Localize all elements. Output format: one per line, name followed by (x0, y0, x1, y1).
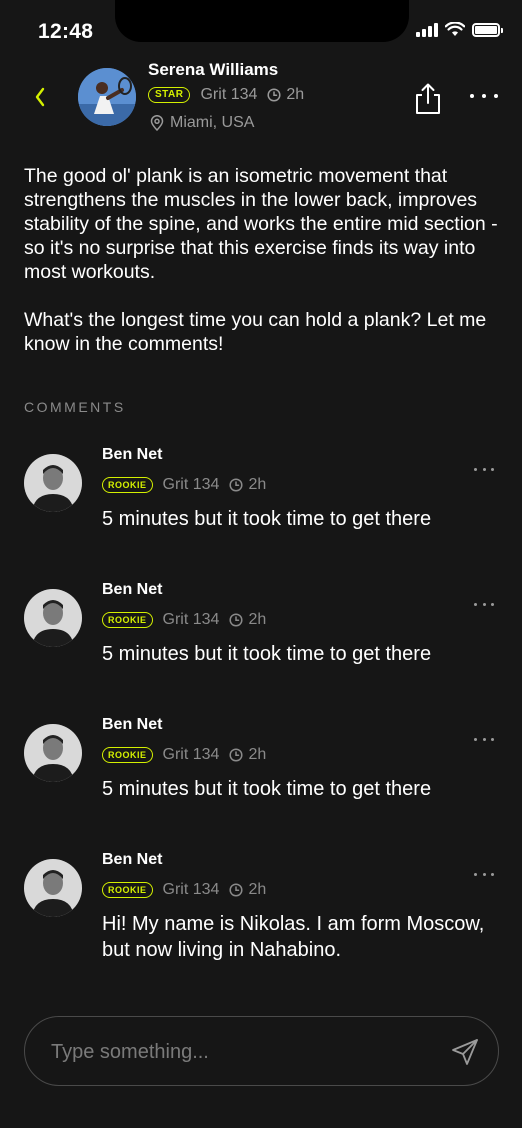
star-badge: STAR (148, 87, 191, 103)
comment-age-value: 2h (248, 881, 267, 898)
notch (115, 0, 409, 42)
commenter-avatar[interactable] (24, 589, 82, 647)
send-button[interactable] (450, 1037, 480, 1067)
comment-more-button[interactable] (474, 736, 494, 742)
rookie-badge: ROOKIE (102, 882, 153, 898)
chevron-left-icon (35, 87, 45, 107)
wifi-icon (445, 22, 465, 36)
commenter-avatar[interactable] (24, 859, 82, 917)
comment-age: 2h (229, 476, 266, 494)
commenter-avatar[interactable] (24, 724, 82, 782)
location-pin-icon (150, 115, 164, 131)
commenter-name[interactable]: Ben Net (102, 446, 162, 464)
back-button[interactable] (28, 82, 52, 112)
comment-input[interactable] (51, 1035, 431, 1069)
comment-age-value: 2h (248, 476, 267, 493)
comment-meta: ROOKIE Grit 134 2h (102, 476, 266, 494)
grit-score: Grit 134 (162, 611, 220, 628)
comment-text: Hi! My name is Nikolas. I am form Moscow… (102, 913, 485, 961)
rookie-badge: ROOKIE (102, 477, 153, 493)
comment-more-button[interactable] (474, 466, 494, 472)
rookie-badge: ROOKIE (102, 747, 153, 763)
post-age-value: 2h (286, 86, 305, 103)
grit-score: Grit 134 (200, 86, 258, 103)
post-meta: STAR Grit 134 2h (148, 86, 304, 104)
comment-age-value: 2h (248, 611, 267, 628)
clock-icon (229, 883, 243, 897)
clock-icon (229, 748, 243, 762)
comment-age: 2h (229, 611, 266, 629)
comment-age-value: 2h (248, 746, 267, 763)
more-options-button[interactable] (470, 86, 498, 106)
commenter-avatar-image (24, 859, 82, 917)
share-icon (416, 83, 440, 114)
comment-age: 2h (229, 746, 266, 764)
commenter-name[interactable]: Ben Net (102, 716, 162, 734)
rookie-badge: ROOKIE (102, 612, 153, 628)
author-avatar-image (78, 68, 136, 126)
comment-text: 5 minutes but it took time to get there (102, 508, 432, 530)
post-paragraph: The good ol' plank is an isometric movem… (24, 165, 498, 283)
more-dot (482, 94, 486, 98)
post-location-text: Miami, USA (170, 114, 255, 131)
comments-heading: COMMENTS (24, 399, 126, 415)
comment-text: 5 minutes but it took time to get there (102, 643, 432, 665)
commenter-name[interactable]: Ben Net (102, 581, 162, 599)
status-bar: 12:48 (0, 0, 522, 62)
comment-meta: ROOKIE Grit 134 2h (102, 746, 266, 764)
clock-icon (267, 88, 281, 102)
post-detail-screen: 12:48 Serena Williams STAR Grit 134 2h M… (0, 0, 522, 1128)
post-location: Miami, USA (150, 114, 254, 132)
post-body: The good ol' plank is an isometric movem… (24, 164, 508, 356)
commenter-avatar-image (24, 724, 82, 782)
post-paragraph: What's the longest time you can hold a p… (24, 309, 487, 355)
status-icons (416, 22, 503, 37)
commenter-name[interactable]: Ben Net (102, 851, 162, 869)
grit-score: Grit 134 (162, 881, 220, 898)
author-name[interactable]: Serena Williams (148, 60, 278, 80)
signal-icon (416, 22, 438, 37)
commenter-avatar-image (24, 454, 82, 512)
share-button[interactable] (412, 82, 444, 116)
status-time: 12:48 (38, 20, 94, 43)
grit-score: Grit 134 (162, 476, 220, 493)
comment-age: 2h (229, 881, 266, 899)
commenter-avatar-image (24, 589, 82, 647)
comment-more-button[interactable] (474, 601, 494, 607)
comment-text: 5 minutes but it took time to get there (102, 778, 432, 800)
author-avatar[interactable] (78, 68, 136, 126)
post-age: 2h (267, 86, 304, 104)
commenter-avatar[interactable] (24, 454, 82, 512)
comment-meta: ROOKIE Grit 134 2h (102, 881, 266, 899)
more-dot (470, 94, 474, 98)
comment-composer (24, 1016, 499, 1086)
comment-meta: ROOKIE Grit 134 2h (102, 611, 266, 629)
send-icon (452, 1039, 478, 1065)
grit-score: Grit 134 (162, 746, 220, 763)
more-dot (494, 94, 498, 98)
battery-icon (472, 22, 503, 37)
comment-more-button[interactable] (474, 871, 494, 877)
clock-icon (229, 478, 243, 492)
clock-icon (229, 613, 243, 627)
